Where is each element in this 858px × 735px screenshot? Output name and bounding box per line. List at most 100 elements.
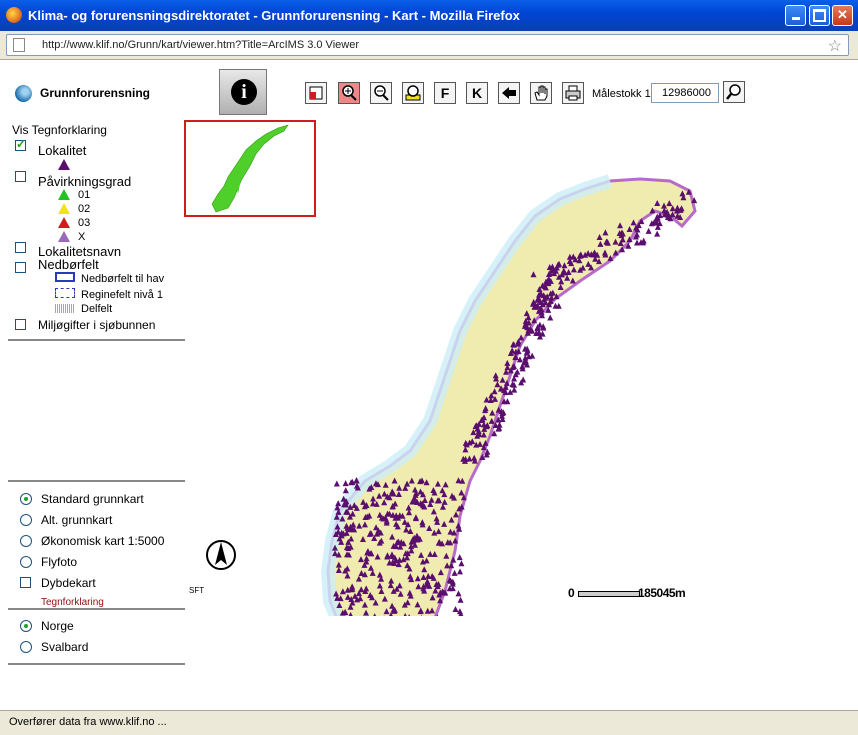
page-content: Grunnforurensning i F K Målestokk 1: Vis… <box>0 61 858 710</box>
url-field[interactable]: http://www.klif.no/Grunn/kart/viewer.htm… <box>6 34 849 56</box>
tool-k-button[interactable]: K <box>466 82 488 104</box>
lokalitet-symbol-icon <box>58 159 70 170</box>
url-text[interactable]: http://www.klif.no/Grunn/kart/viewer.htm… <box>42 39 359 51</box>
scale-label: Målestokk 1: <box>592 88 654 100</box>
locality-marker <box>451 569 458 576</box>
alt-grunnkart-radio[interactable] <box>20 514 32 526</box>
grade-02-label: 02 <box>78 203 91 215</box>
page-icon <box>13 38 25 52</box>
minimize-button[interactable] <box>785 5 806 26</box>
pan-button[interactable] <box>530 82 552 104</box>
magnifier-icon <box>726 84 741 100</box>
norway-map-svg <box>320 174 698 647</box>
layers-toggle-button[interactable] <box>305 82 327 104</box>
zoom-out-icon <box>374 85 389 101</box>
zoom-in-icon <box>342 85 357 101</box>
lokalitetsnavn-checkbox[interactable] <box>15 242 26 253</box>
alt-grunnkart-label: Alt. grunnkart <box>41 513 113 527</box>
standard-grunnkart-radio[interactable] <box>20 493 32 505</box>
locality-marker <box>342 480 349 487</box>
info-button[interactable]: i <box>219 69 267 115</box>
locality-marker <box>452 606 459 613</box>
delfelt-label: Delfelt <box>81 303 113 315</box>
back-icon <box>502 87 516 99</box>
flyfoto-label: Flyfoto <box>41 555 78 569</box>
zoom-full-icon <box>405 85 421 101</box>
norge-radio[interactable] <box>20 620 32 632</box>
tegnforklaring-link[interactable]: Tegnforklaring <box>41 597 104 608</box>
back-button[interactable] <box>498 82 520 104</box>
miljogifter-label: Miljøgifter i sjøbunnen <box>38 318 156 332</box>
layer-legend-panel: Vis Tegnforklaring Lokalitet Påvirknings… <box>8 121 185 341</box>
dybdekart-checkbox[interactable] <box>20 577 31 588</box>
grade-x-triangle-icon <box>58 231 70 242</box>
tool-f-label: F <box>440 85 450 101</box>
svalbard-label: Svalbard <box>41 640 89 654</box>
scalebar-bar <box>578 591 640 597</box>
pan-hand-icon <box>534 85 548 101</box>
nedborfelt-label: Nedbørfelt <box>38 257 99 272</box>
locality-marker <box>458 560 465 567</box>
nedborfelt-checkbox[interactable] <box>15 262 26 273</box>
reginefelt-label: Reginefelt nivå 1 <box>81 289 163 301</box>
print-button[interactable] <box>562 82 584 104</box>
grade-02-triangle-icon <box>58 203 70 214</box>
app-name: Grunnforurensning <box>40 86 150 100</box>
window-titlebar: Klima- og forurensningsdirektoratet - Gr… <box>0 0 858 31</box>
print-icon <box>565 85 581 101</box>
close-button[interactable]: ✕ <box>832 5 853 26</box>
legend-header: Vis Tegnforklaring <box>12 123 107 137</box>
pavirkningsgrad-label: Påvirkningsgrad <box>38 174 132 189</box>
grade-01-triangle-icon <box>58 189 70 200</box>
nedborfelt-til-hav-symbol <box>55 272 75 282</box>
scale-apply-button[interactable] <box>723 81 745 103</box>
locality-marker <box>645 227 652 234</box>
okonomisk-kart-label: Økonomisk kart 1:5000 <box>41 534 165 548</box>
okonomisk-kart-radio[interactable] <box>20 535 32 547</box>
maximize-button[interactable] <box>809 5 830 26</box>
tool-k-label: K <box>471 85 483 101</box>
locality-marker <box>342 487 349 494</box>
scale-input[interactable] <box>651 83 719 103</box>
grade-01-label: 01 <box>78 189 91 201</box>
main-map[interactable] <box>310 121 710 647</box>
layers-icon <box>309 86 323 100</box>
locality-marker <box>654 230 661 237</box>
scalebar-distance: 185045m <box>638 586 686 600</box>
firefox-icon <box>6 7 22 23</box>
standard-grunnkart-label: Standard grunnkart <box>41 492 144 506</box>
overview-norway-shape <box>211 124 289 213</box>
sft-logo: SFT <box>189 586 205 595</box>
bookmark-star-icon[interactable]: ☆ <box>828 36 842 56</box>
nedborfelt-til-hav-label: Nedbørfelt til hav <box>81 273 165 285</box>
north-arrow-icon <box>206 540 236 570</box>
lokalitet-label: Lokalitet <box>38 143 87 158</box>
delfelt-symbol <box>55 304 75 313</box>
region-panel: Norge Svalbard <box>8 608 185 665</box>
locality-marker <box>333 480 340 487</box>
locality-marker <box>455 590 462 597</box>
status-bar: Overfører data fra www.klif.no ... <box>0 710 858 735</box>
grade-03-label: 03 <box>78 217 91 229</box>
pavirkningsgrad-checkbox[interactable] <box>15 171 26 182</box>
zoom-full-button[interactable] <box>402 82 424 104</box>
lokalitet-checkbox[interactable] <box>15 137 26 151</box>
locality-marker <box>457 568 464 575</box>
svalbard-radio[interactable] <box>20 641 32 653</box>
locality-marker <box>457 596 464 603</box>
locality-marker <box>456 554 463 561</box>
flyfoto-radio[interactable] <box>20 556 32 568</box>
address-bar: http://www.klif.no/Grunn/kart/viewer.htm… <box>0 31 858 60</box>
scalebar-zero: 0 <box>568 586 575 600</box>
dybdekart-label: Dybdekart <box>41 576 96 590</box>
tool-f-button[interactable]: F <box>434 82 456 104</box>
miljogifter-checkbox[interactable] <box>15 319 26 330</box>
window-title: Klima- og forurensningsdirektoratet - Gr… <box>28 8 520 23</box>
zoom-in-button[interactable] <box>338 82 360 104</box>
overview-map[interactable] <box>184 120 316 217</box>
grade-x-label: X <box>78 231 86 243</box>
status-text: Overfører data fra www.klif.no ... <box>9 716 167 728</box>
zoom-out-button[interactable] <box>370 82 392 104</box>
info-icon: i <box>231 79 257 105</box>
basemap-panel: Standard grunnkart Alt. grunnkart Økonom… <box>8 480 185 610</box>
